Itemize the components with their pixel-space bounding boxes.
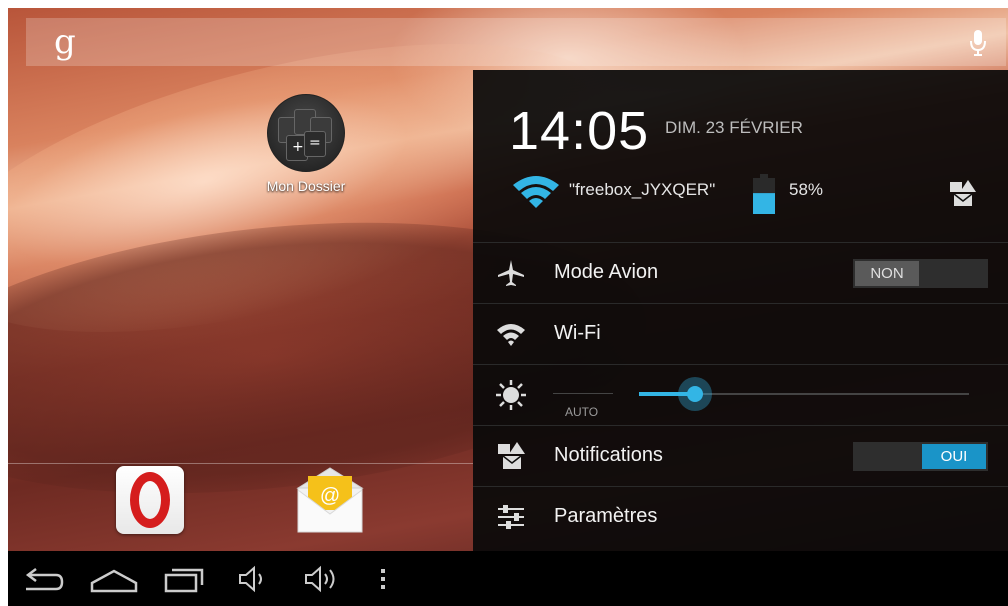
row-notifications[interactable]: Notifications OUI: [473, 425, 1008, 486]
wifi-label: Wi-Fi: [554, 322, 601, 344]
airplane-label: Mode Avion: [554, 261, 659, 283]
home-screen: g + = Mon Dossier @ 14:05 DIM. 23 FÉVRIE…: [8, 8, 1008, 606]
auto-brightness-label[interactable]: AUTO: [565, 405, 598, 419]
menu-icon[interactable]: [376, 561, 390, 597]
date-label[interactable]: DIM. 23 FÉVRIER: [665, 118, 803, 138]
folder-mon-dossier[interactable]: + = Mon Dossier: [256, 94, 356, 194]
toggle-state: NON: [855, 261, 919, 286]
wifi-ssid[interactable]: "freebox_JYXQER": [569, 180, 715, 200]
volume-up-icon[interactable]: [302, 561, 344, 597]
dock-divider: [8, 463, 473, 464]
settings-sliders-icon: [498, 505, 524, 529]
notifications-toggle[interactable]: OUI: [853, 442, 988, 471]
toggle-state: OUI: [922, 444, 986, 469]
wifi-icon[interactable]: [511, 173, 561, 209]
settings-label: Paramètres: [554, 505, 658, 527]
top-border: [0, 0, 1008, 8]
brightness-icon: [496, 380, 526, 410]
opera-icon[interactable]: [116, 466, 184, 534]
navigation-bar: [8, 551, 1008, 606]
row-airplane-mode[interactable]: Mode Avion NON: [473, 242, 1008, 303]
airplane-icon: [498, 260, 524, 286]
google-search-bar[interactable]: g: [26, 18, 1006, 66]
quick-settings-panel: 14:05 DIM. 23 FÉVRIER "freebox_JYXQER" 5…: [473, 70, 1008, 551]
row-brightness[interactable]: AUTO: [473, 364, 1008, 425]
back-icon[interactable]: [20, 561, 66, 597]
opera-logo: [130, 472, 170, 528]
brightness-slider[interactable]: [639, 377, 969, 411]
folder-icon: + =: [267, 94, 345, 172]
battery-percentage[interactable]: 58%: [789, 180, 823, 200]
auto-divider: [553, 393, 613, 394]
clock[interactable]: 14:05: [509, 100, 649, 162]
recent-apps-icon[interactable]: [160, 561, 210, 597]
row-wifi[interactable]: Wi-Fi: [473, 303, 1008, 364]
slider-thumb[interactable]: [678, 377, 713, 411]
home-icon[interactable]: [88, 561, 140, 597]
wifi-icon: [497, 324, 525, 346]
row-settings[interactable]: Paramètres: [473, 486, 1008, 547]
svg-text:@: @: [320, 485, 340, 507]
airplane-toggle[interactable]: NON: [853, 259, 988, 288]
battery-icon[interactable]: [753, 174, 775, 214]
notifications-label: Notifications: [554, 444, 663, 466]
email-icon[interactable]: @: [294, 466, 366, 536]
google-g-icon[interactable]: g: [54, 22, 76, 62]
folder-label: Mon Dossier: [266, 178, 346, 194]
volume-down-icon[interactable]: [236, 561, 272, 597]
notification-icon: [498, 442, 525, 469]
notification-icon[interactable]: [948, 180, 978, 208]
mic-icon[interactable]: [968, 28, 988, 58]
